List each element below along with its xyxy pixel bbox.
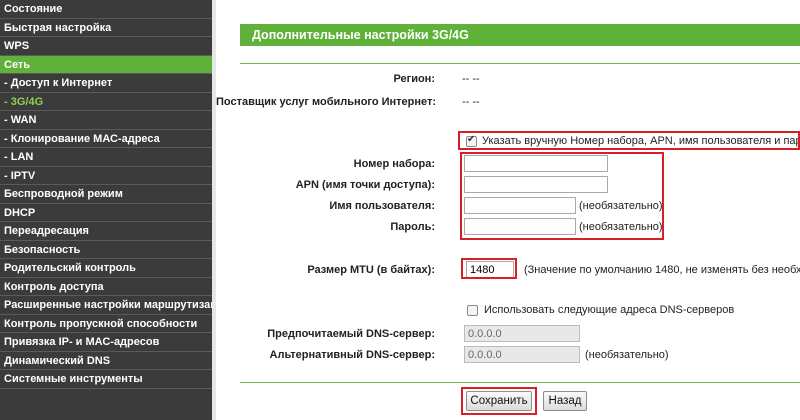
mtu-input[interactable]: [466, 261, 514, 278]
secondary-dns-optional-note: (необязательно): [585, 349, 669, 361]
sidebar-item[interactable]: Безопасность: [0, 241, 212, 259]
sidebar-item[interactable]: Привязка IP- и МАС-адресов: [0, 333, 212, 352]
manual-config-label: Указать вручную Номер набора, APN, имя п…: [482, 135, 800, 147]
sidebar-item[interactable]: Контроль доступа: [0, 278, 212, 296]
sidebar-item[interactable]: Контроль пропускной способности: [0, 315, 212, 333]
secondary-dns-label: Альтернативный DNS-сервер:: [269, 349, 435, 361]
main-panel: Дополнительные настройки 3G/4G Регион: -…: [216, 0, 800, 420]
sidebar-nav: Состояние Быстрая настройка WPS Сеть - Досту…: [0, 0, 212, 420]
username-input[interactable]: [464, 197, 576, 214]
sidebar-item[interactable]: Состояние: [0, 0, 212, 19]
sidebar-item[interactable]: - Клонирование МАС-адреса: [0, 130, 212, 148]
use-dns-label: Использовать следующие адреса DNS-сервер…: [484, 304, 735, 316]
sidebar-item[interactable]: Беспроводной режим: [0, 185, 212, 204]
sidebar-item[interactable]: - LAN: [0, 148, 212, 167]
apn-input[interactable]: [464, 176, 608, 193]
primary-dns-label: Предпочитаемый DNS-сервер:: [267, 328, 435, 340]
sidebar-item[interactable]: Переадресация: [0, 222, 212, 241]
secondary-dns-input[interactable]: [464, 346, 580, 363]
password-optional-note: (необязательно): [579, 221, 663, 233]
back-button[interactable]: Назад: [543, 391, 587, 411]
sidebar-item[interactable]: - Доступ к Интернет: [0, 74, 212, 93]
provider-label: Поставщик услуг мобильного Интернет:: [216, 96, 437, 108]
sidebar-item[interactable]: Родительский контроль: [0, 259, 212, 278]
primary-dns-input[interactable]: [464, 325, 580, 342]
password-label: Пароль:: [390, 221, 435, 233]
mtu-default-note: (Значение по умолчанию 1480, не изменять…: [524, 264, 800, 276]
dial-number-label: Номер набора:: [353, 158, 435, 170]
mtu-label: Размер MTU (в байтах):: [307, 264, 435, 276]
save-button[interactable]: Сохранить: [466, 391, 532, 411]
dial-number-input[interactable]: [464, 155, 608, 172]
manual-config-checkbox[interactable]: [466, 134, 477, 147]
username-label: Имя пользователя:: [329, 200, 435, 212]
top-divider: [240, 63, 800, 64]
region-value: -- --: [462, 73, 480, 85]
sidebar-item[interactable]: DHCP: [0, 204, 212, 222]
bottom-divider: [240, 382, 800, 383]
username-optional-note: (необязательно): [579, 200, 663, 212]
sidebar-item[interactable]: Динамический DNS: [0, 352, 212, 370]
sidebar-item[interactable]: Сеть: [0, 55, 212, 74]
region-label: Регион:: [393, 73, 435, 85]
sidebar-item[interactable]: - 3G/4G: [0, 93, 212, 111]
apn-label: APN (имя точки доступа):: [295, 179, 435, 191]
sidebar-item[interactable]: - IPTV: [0, 167, 212, 185]
sidebar-item[interactable]: Быстрая настройка: [0, 19, 212, 37]
page-title: Дополнительные настройки 3G/4G: [240, 24, 800, 46]
sidebar-item[interactable]: WPS: [0, 37, 212, 56]
sidebar-item[interactable]: Системные инструменты: [0, 370, 212, 389]
password-input[interactable]: [464, 218, 576, 235]
provider-value: -- --: [462, 96, 480, 108]
sidebar-item[interactable]: Расширенные настройки маршрутизации: [0, 296, 212, 315]
use-dns-checkbox[interactable]: [467, 305, 478, 316]
sidebar-item[interactable]: - WAN: [0, 111, 212, 130]
